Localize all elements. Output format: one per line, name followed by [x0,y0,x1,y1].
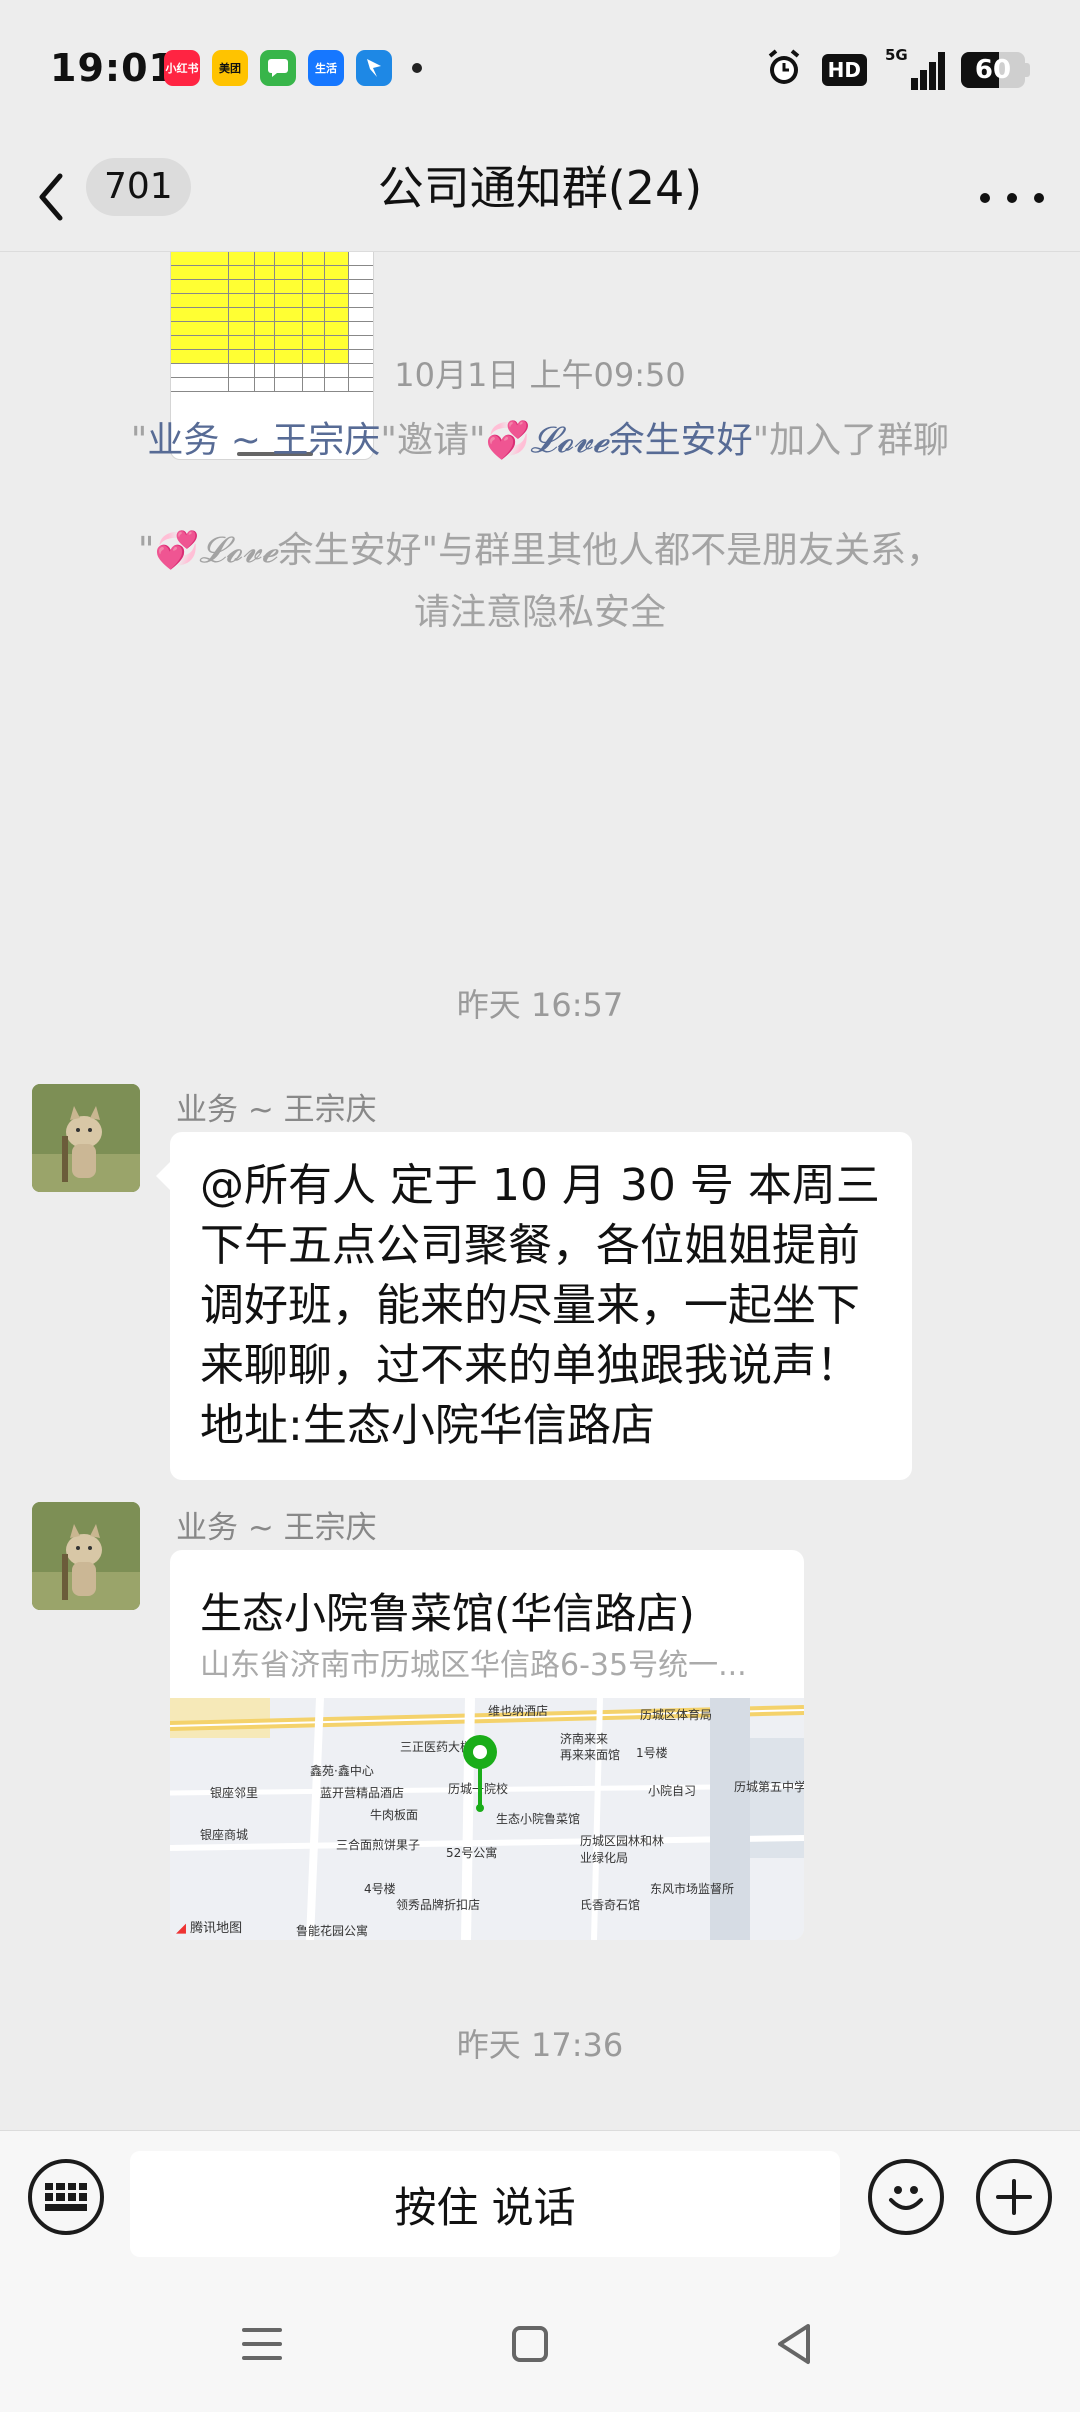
life-icon: 生活 [308,50,344,86]
location-address: 山东省济南市历城区华信路6-35号统一... [200,1648,747,1683]
wechat-group-chat-screen: 19:01 小红书 美团 生活 HD 5G 60 701 公司通知群(24) 1… [0,0,1080,2412]
location-message-card[interactable]: 生态小院鲁菜馆(华信路店) 山东省济南市历城区华信路6-35号统一... 维也纳 [170,1550,804,1940]
status-bar: 19:01 小红书 美团 生活 HD 5G 60 [0,0,1080,140]
chat-nav-bar: 701 公司通知群(24) [0,140,1080,252]
spreadsheet-row [171,266,373,280]
map-poi-label: 三合面煎饼果子 [336,1838,421,1852]
chat-message-list[interactable]: 10月1日 上午09:50 "业务 ~ 王宗庆"邀请"💞𝓛𝓸𝓿𝓮余生安好"加入了… [0,252,1080,2130]
home-square-icon [512,2326,548,2362]
dingtalk-icon [356,50,392,86]
cat-avatar-image [32,1502,140,1610]
map-poi-label: 鲁能花园公寓 [296,1924,369,1938]
keyboard-icon [45,2183,87,2211]
hold-to-talk-button[interactable]: 按住 说话 [130,2151,840,2257]
text-message-bubble[interactable]: @所有人 定于 10 月 30 号 本周三 下午五点公司聚餐，各位姐姐提前 调好… [156,1132,912,1480]
map-poi-label: 蓝开营精品酒店 [320,1786,405,1800]
map-credit: ◢ 腾讯地图 [176,1921,243,1936]
map-poi-label: 牛肉板面 [370,1808,419,1822]
spreadsheet-row [171,294,373,308]
more-dots-icon [980,193,990,203]
timestamp-label: 昨天 17:36 [456,2026,624,2064]
map-poi-label: 鑫苑·鑫中心 [310,1764,374,1778]
cat-avatar-image [32,1084,140,1192]
alarm-icon [764,48,804,92]
system-message-privacy: "💞𝓛𝓸𝓿𝓮余生安好"与群里其他人都不是朋友关系， 请注意隐私安全 [137,530,943,633]
smiley-icon [889,2186,923,2210]
status-time: 19:01 [50,46,176,90]
sender-name: 业务 ~ 王宗庆 [176,1510,377,1546]
map-poi-label: 银座商城 [200,1828,249,1842]
battery-tip [1025,63,1030,77]
spreadsheet-row [171,322,373,336]
inviter-link[interactable]: 业务 ~ 王宗庆 [147,420,380,461]
map-poi-label: 再来来面馆 [560,1748,621,1762]
map-pin-icon [463,1735,497,1812]
spreadsheet-row [171,252,373,266]
spreadsheet-row [171,308,373,322]
sender-avatar[interactable] [32,1084,140,1192]
back-triangle-icon [778,2324,810,2364]
timestamp-label: 昨天 16:57 [456,986,624,1024]
meituan-icon: 美团 [212,50,248,86]
back-nav-button[interactable] [766,2316,822,2372]
location-map[interactable]: 维也纳酒店 历城区体育局 济南来来 再来来面馆 三正医药大楼 鑫苑·鑫中心 蓝开… [170,1698,804,1940]
emoji-button[interactable] [868,2159,944,2235]
spreadsheet-row [171,280,373,294]
more-options-button[interactable] [980,168,1044,228]
notification-icons: 小红书 美团 生活 [164,50,422,86]
keyboard-toggle-button[interactable] [28,2159,104,2235]
invitee-link[interactable]: 💞𝓛𝓸𝓿𝓮余生安好 [486,420,753,461]
sender-avatar[interactable] [32,1502,140,1610]
more-notifications-dot [412,63,422,73]
map-poi-label: 52号公寓 [446,1846,498,1860]
map-poi-label: 1号楼 [636,1746,668,1760]
location-name: 生态小院鲁菜馆(华信路店) [200,1589,695,1638]
xiaohongshu-icon: 小红书 [164,50,200,86]
map-poi-label: 氏香奇石馆 [580,1898,641,1912]
map-poi-label: 生态小院鲁菜馆 [496,1812,581,1826]
home-nav-button[interactable] [502,2316,558,2372]
system-message-invite: "业务 ~ 王宗庆"邀请"💞𝓛𝓸𝓿𝓮余生安好"加入了群聊 [130,420,950,461]
plus-icon [996,2179,1032,2215]
map-poi-label: 历城区园林和林业绿化局 [580,1834,665,1865]
map-poi-label: 领秀品牌折扣店 [396,1898,481,1912]
hd-badge: HD [821,54,867,86]
map-poi-label: 小院自习 [648,1784,697,1798]
signal-icon: 5G [885,46,945,90]
tencent-maps-icon: ◢ [176,1921,186,1936]
map-poi-label: 济南来来 [560,1732,609,1746]
messages-icon [260,50,296,86]
map-poi-label: 历城第五中学 [734,1780,804,1794]
spreadsheet-row [171,336,373,350]
sender-name: 业务 ~ 王宗庆 [176,1092,377,1128]
menu-icon [242,2328,282,2360]
system-navigation-bar [0,2272,1080,2412]
map-poi-label: 银座邻里 [210,1786,259,1800]
status-indicators: HD 5G 60 [764,46,1030,92]
map-poi-label: 历城区体育局 [640,1708,713,1722]
map-poi-label: 东风市场监督所 [650,1882,735,1896]
chat-input-bar: 按住 说话 [0,2130,1080,2272]
chat-title: 公司通知群(24) [377,161,703,215]
more-functions-button[interactable] [976,2159,1052,2235]
timestamp-label: 10月1日 上午09:50 [394,356,686,394]
map-poi-label: 维也纳酒店 [488,1704,549,1718]
map-poi-label: 4号楼 [364,1882,396,1896]
battery-icon: 60 [961,52,1025,88]
menu-nav-button[interactable] [234,2316,290,2372]
